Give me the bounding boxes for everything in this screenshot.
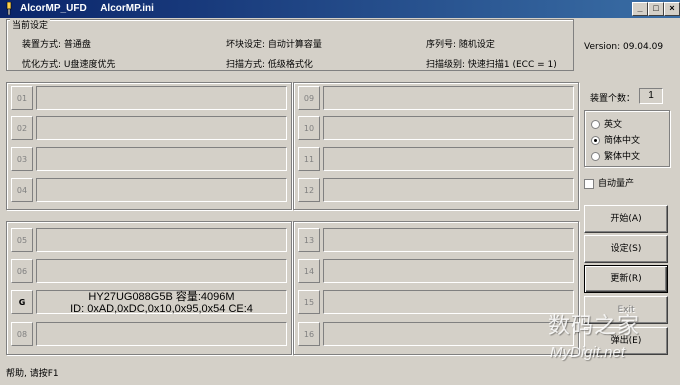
window-title: AlcorMP_UFD AlcorMP.ini [20, 3, 154, 14]
port-slot-active[interactable]: G HY27UG088G5B 容量:4096M ID: 0xAD,0xDC,0x… [11, 290, 287, 318]
bad-block-text: 坏块设定: 自动计算容量 [226, 40, 322, 50]
port-number: 13 [298, 228, 320, 252]
optimize-text: 忧化方式: U盘速度优先 [22, 60, 116, 70]
serial-text: 序列号: 随机设定 [426, 40, 495, 50]
port-slot[interactable]: 15 [298, 290, 574, 318]
version-label: Version: 09.04.09 [584, 42, 664, 52]
maximize-button[interactable]: □ [648, 2, 664, 16]
checkbox-label: 自动量产 [598, 179, 635, 189]
auto-production-checkbox[interactable]: 自动量产 [584, 176, 634, 189]
port-status-field [323, 290, 574, 314]
port-slot[interactable]: 11 [298, 147, 574, 175]
flash-info-line1: HY27UG088G5B 容量:4096M [88, 291, 235, 303]
port-status-field [323, 228, 574, 252]
port-number: 01 [11, 86, 33, 110]
port-status-field [323, 86, 574, 110]
port-number: 15 [298, 290, 320, 314]
port-slot[interactable]: 13 [298, 228, 574, 256]
port-slot[interactable]: 10 [298, 116, 574, 144]
port-slot[interactable]: 05 [11, 228, 287, 256]
minimize-button[interactable]: _ [632, 2, 648, 16]
port-status-field [323, 322, 574, 346]
port-slot[interactable]: 01 [11, 86, 287, 114]
port-slot[interactable]: 08 [11, 322, 287, 350]
close-button[interactable]: × [664, 2, 680, 16]
port-number: G [11, 290, 33, 314]
language-group: 英文 简体中文 繁体中文 [584, 110, 670, 167]
radio-label: 英文 [604, 120, 623, 130]
install-mode-text: 装置方式: 普通盘 [22, 40, 91, 50]
port-number: 03 [11, 147, 33, 171]
port-status-field [36, 147, 287, 171]
port-number: 10 [298, 116, 320, 140]
settings-legend: 当前设定 [10, 18, 51, 31]
port-slot[interactable]: 04 [11, 178, 287, 206]
port-number: 05 [11, 228, 33, 252]
radio-label: 简体中文 [604, 136, 641, 146]
radio-indicator [591, 120, 600, 129]
port-number: 08 [11, 322, 33, 346]
port-status-field [36, 86, 287, 110]
radio-label: 繁体中文 [604, 152, 641, 162]
eject-button[interactable]: 弹出(E) [584, 327, 668, 355]
device-count-field[interactable]: 1 [639, 88, 663, 104]
port-number: 02 [11, 116, 33, 140]
radio-simplified-chinese[interactable]: 简体中文 [591, 133, 640, 146]
port-status-field [36, 259, 287, 283]
title-bar[interactable]: AlcorMP_UFD AlcorMP.ini _ □ × [0, 0, 680, 18]
settings-button[interactable]: 设定(S) [584, 235, 668, 263]
status-bar-text: 帮助, 请按F1 [6, 369, 59, 379]
port-status-field [36, 228, 287, 252]
scan-mode-text: 扫描方式: 低级格式化 [226, 60, 313, 70]
exit-button[interactable]: Exit [584, 296, 668, 324]
port-number: 04 [11, 178, 33, 202]
port-status-field: HY27UG088G5B 容量:4096M ID: 0xAD,0xDC,0x10… [36, 290, 287, 315]
port-number: 14 [298, 259, 320, 283]
port-number: 16 [298, 322, 320, 346]
port-status-field [323, 116, 574, 140]
device-count-label: 装置个数： [590, 94, 636, 104]
port-number: 09 [298, 86, 320, 110]
radio-indicator [591, 136, 600, 145]
port-slot[interactable]: 09 [298, 86, 574, 114]
start-button[interactable]: 开始(A) [584, 205, 668, 233]
port-slot[interactable]: 06 [11, 259, 287, 287]
port-status-field [36, 322, 287, 346]
scan-level-text: 扫描级别: 快速扫描1 (ECC = 1) [426, 60, 557, 70]
radio-english[interactable]: 英文 [591, 117, 622, 130]
port-slot[interactable]: 12 [298, 178, 574, 206]
port-number: 12 [298, 178, 320, 202]
checkbox-box [584, 178, 594, 189]
port-slot[interactable]: 14 [298, 259, 574, 287]
port-slot[interactable]: 16 [298, 322, 574, 350]
port-status-field [36, 178, 287, 202]
port-status-field [323, 259, 574, 283]
radio-traditional-chinese[interactable]: 繁体中文 [591, 149, 640, 162]
port-status-field [323, 147, 574, 171]
port-slot[interactable]: 02 [11, 116, 287, 144]
flash-info-line2: ID: 0xAD,0xDC,0x10,0x95,0x54 CE:4 [70, 303, 253, 315]
radio-indicator [591, 152, 600, 161]
app-icon [6, 2, 12, 15]
port-number: 11 [298, 147, 320, 171]
port-status-field [36, 116, 287, 140]
port-number: 06 [11, 259, 33, 283]
port-slot[interactable]: 03 [11, 147, 287, 175]
port-status-field [323, 178, 574, 202]
refresh-button[interactable]: 更新(R) [584, 265, 668, 293]
